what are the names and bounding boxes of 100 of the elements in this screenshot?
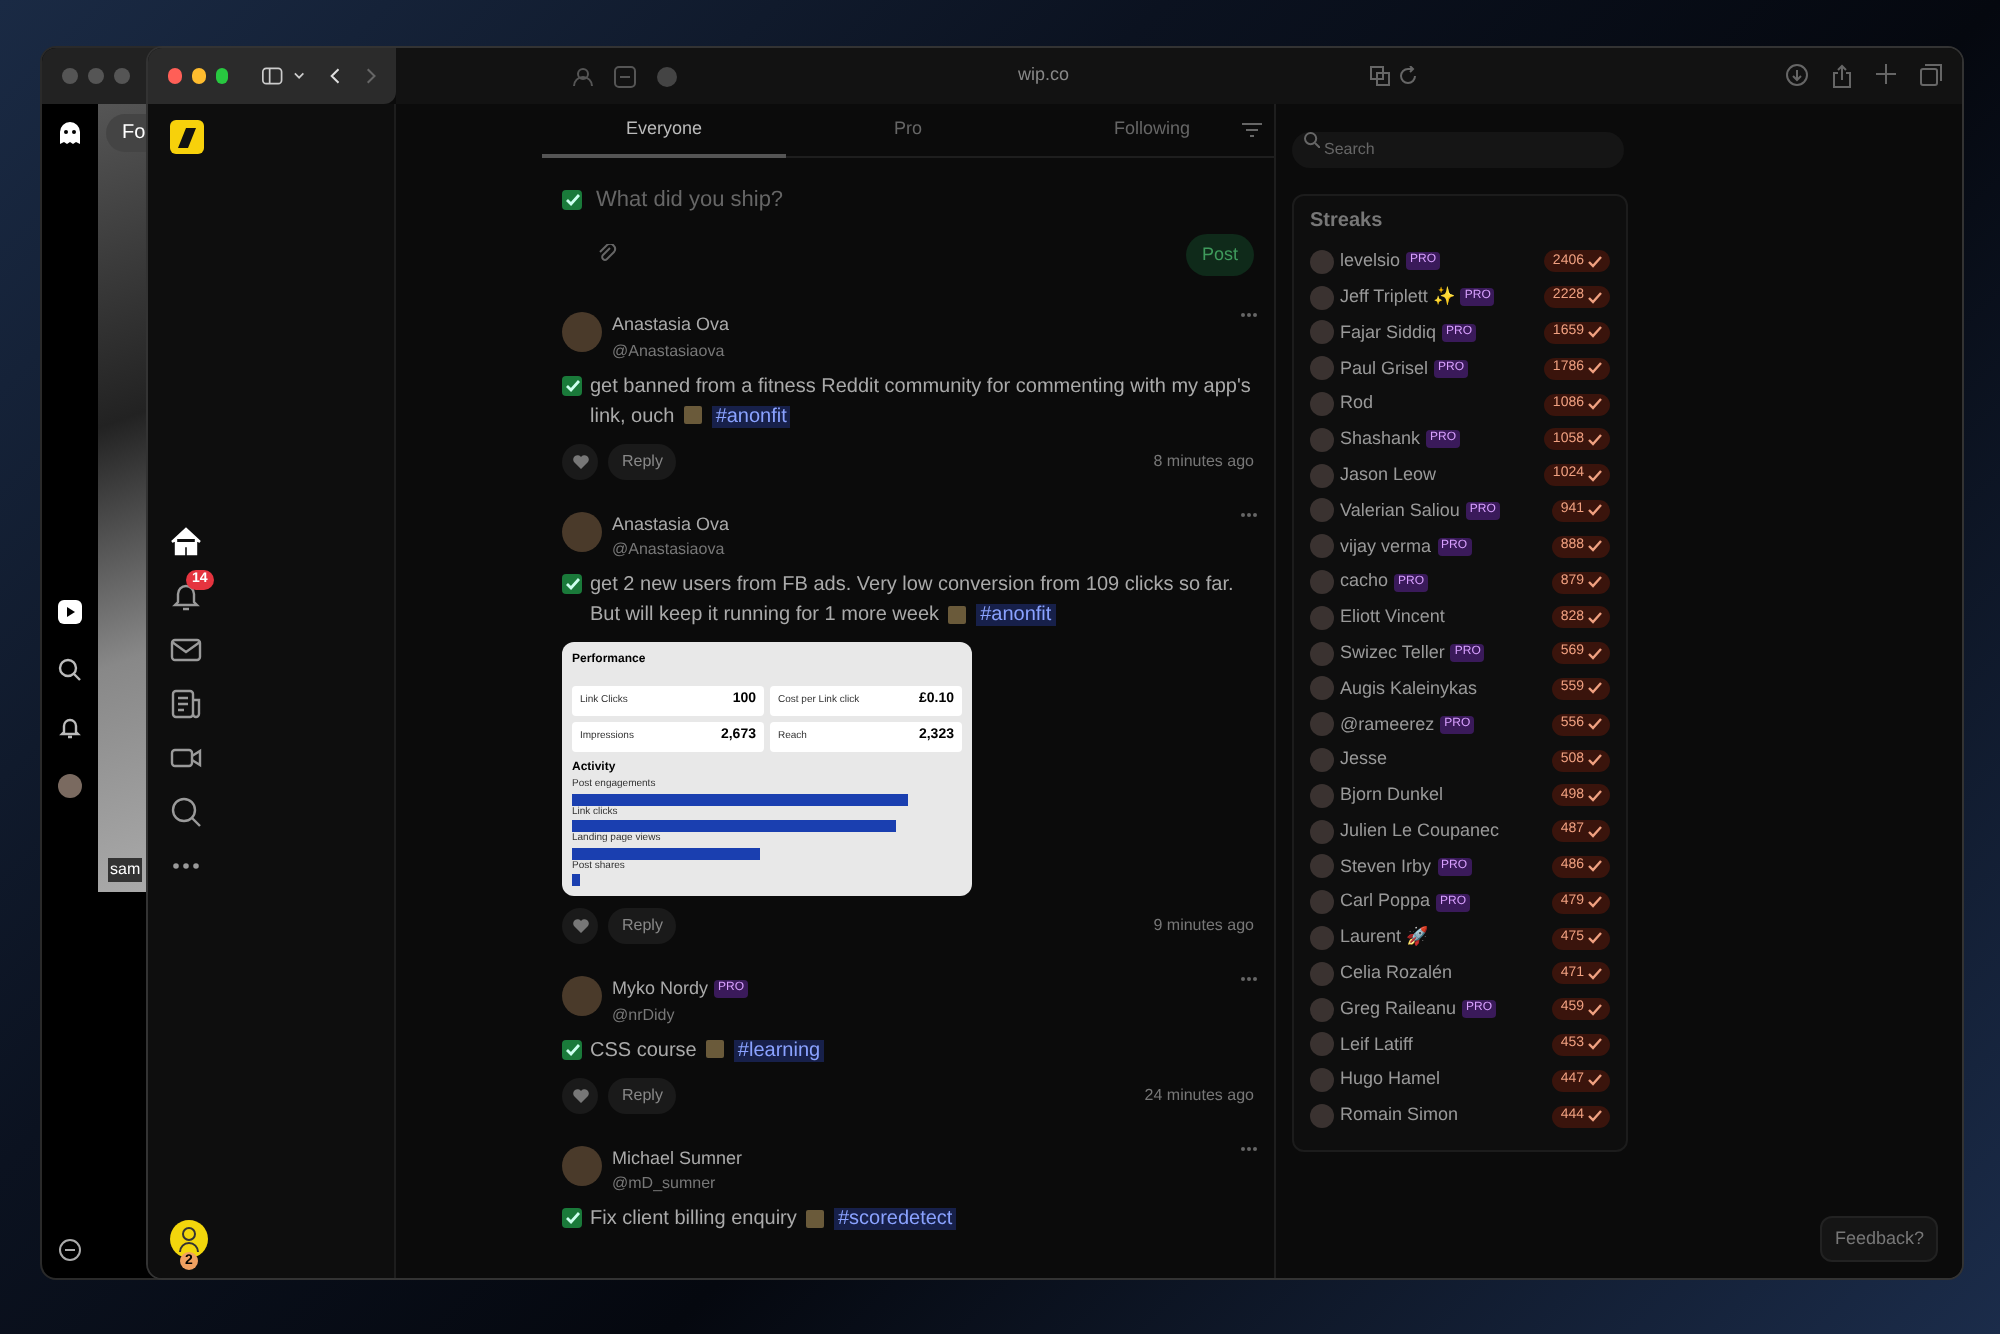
check-icon [1588, 362, 1602, 375]
download-icon[interactable] [1786, 64, 1808, 86]
avatar [1310, 1104, 1334, 1129]
share-icon[interactable] [1832, 64, 1852, 88]
avatar [1310, 783, 1334, 808]
reply-button[interactable]: Reply [608, 1077, 677, 1113]
filter-chip[interactable]: Fo [106, 114, 150, 152]
profile-avatar[interactable] [170, 1220, 208, 1258]
user-name: Leif Latiff [1340, 1031, 1413, 1058]
like-button[interactable] [562, 908, 598, 944]
more-options-icon[interactable] [1240, 511, 1258, 517]
bell-icon[interactable] [58, 716, 82, 740]
tabs-overview-icon[interactable] [1920, 64, 1942, 86]
minimize-button[interactable] [191, 68, 206, 84]
avatar [1310, 463, 1334, 488]
bell-icon[interactable] [170, 580, 202, 612]
play-icon[interactable] [58, 600, 82, 624]
new-tab-icon[interactable] [1876, 64, 1896, 84]
ghost-logo-icon[interactable] [56, 120, 84, 148]
home-icon[interactable] [170, 526, 202, 558]
avatar [1310, 320, 1334, 345]
person-icon [178, 1226, 200, 1252]
extension-icon[interactable] [572, 65, 594, 87]
user-name: Celia Rozalén [1340, 960, 1453, 987]
user-name: Michael Sumner [612, 1145, 743, 1171]
feed-tab[interactable]: Everyone [542, 104, 786, 158]
post-text: get 2 new users from FB ads. Very low conversion from 109 clicks so far. But will keep it running for 1 more week #anonfit [590, 572, 1236, 630]
avatar [1310, 890, 1334, 915]
more-options-icon[interactable] [1240, 312, 1258, 318]
filter-icon[interactable] [1242, 122, 1262, 138]
heart-icon [571, 918, 589, 934]
done-checkbox[interactable] [562, 574, 582, 594]
newspaper-icon[interactable] [170, 688, 202, 720]
project-tag-link[interactable]: #anonfit [976, 604, 1056, 626]
back-icon[interactable] [329, 66, 340, 86]
extension-icon[interactable] [614, 65, 636, 87]
reload-icon[interactable] [1397, 66, 1418, 86]
chevron-down-icon[interactable] [293, 72, 304, 80]
done-checkbox[interactable] [562, 1039, 582, 1059]
like-button[interactable] [562, 1077, 598, 1113]
check-icon [1588, 469, 1602, 482]
project-tag-link[interactable]: #anonfit [711, 405, 791, 427]
search-icon[interactable] [58, 658, 82, 682]
zoom-button[interactable] [215, 68, 229, 84]
project-tag-link[interactable]: #scoredetect [833, 1208, 957, 1230]
user-name: Myko Nordy [612, 976, 709, 1002]
more-options-icon[interactable] [1240, 1145, 1258, 1151]
avatar [1310, 748, 1334, 773]
app-logo[interactable] [170, 120, 204, 154]
user-name: Anastasia Ova [612, 312, 730, 338]
user-name: cacho [1340, 568, 1389, 595]
check-icon [565, 1043, 579, 1055]
avatar [1310, 854, 1334, 879]
post-button[interactable]: Post [1185, 233, 1254, 276]
sidebar-toggle-icon[interactable] [262, 66, 284, 86]
reply-button[interactable]: Reply [608, 443, 677, 479]
heart-icon [571, 453, 589, 469]
slash-logo-icon [178, 127, 196, 147]
avatar[interactable] [58, 774, 82, 798]
user-name: Carl Poppa [1340, 888, 1431, 915]
post-input[interactable]: What did you ship? [596, 184, 1254, 217]
search-icon[interactable] [170, 796, 202, 828]
close-button[interactable] [168, 68, 182, 84]
user-name: Bjorn Dunkel [1340, 782, 1444, 809]
user-handle: @Anastasiaova [612, 538, 727, 562]
check-icon [1588, 326, 1602, 339]
check-icon [1588, 611, 1602, 624]
check-icon [1588, 433, 1602, 446]
user-name: Shashank [1340, 426, 1421, 453]
check-icon [1588, 647, 1602, 660]
more-options-icon[interactable] [1240, 976, 1258, 982]
check-icon [1588, 504, 1602, 517]
search-field[interactable]: Search [1292, 131, 1624, 167]
mail-icon[interactable] [170, 634, 202, 666]
feedback-button[interactable]: Feedback? [1820, 1215, 1938, 1262]
avatar [1310, 641, 1334, 666]
avatar [562, 976, 602, 1016]
like-button[interactable] [562, 443, 598, 479]
done-checkbox[interactable] [562, 1208, 582, 1228]
avatar [1310, 570, 1334, 595]
avatar [1310, 605, 1334, 630]
check-icon [565, 1212, 579, 1224]
address-bar[interactable]: wip.co [1018, 62, 1070, 90]
check-icon [1588, 789, 1602, 802]
translate-icon[interactable] [1369, 66, 1390, 86]
reply-button[interactable]: Reply [608, 908, 677, 944]
attachment-icon[interactable] [598, 244, 618, 265]
done-checkbox[interactable] [562, 190, 582, 211]
avatar [1310, 356, 1334, 381]
feed-tab[interactable]: Pro [786, 104, 1030, 158]
project-tag-link[interactable]: #learning [733, 1039, 825, 1061]
feed-tab[interactable]: Following [1030, 104, 1274, 158]
user-name: vijay verma [1340, 533, 1432, 560]
user-name: Steven Irby [1340, 853, 1432, 880]
done-checkbox[interactable] [562, 375, 582, 395]
forward-icon[interactable] [365, 66, 376, 86]
user-name: Fajar Siddiq [1340, 319, 1437, 346]
minus-circle-icon[interactable] [58, 1238, 82, 1262]
user-handle: @nrDidy [612, 1003, 677, 1027]
check-icon [1588, 540, 1602, 553]
